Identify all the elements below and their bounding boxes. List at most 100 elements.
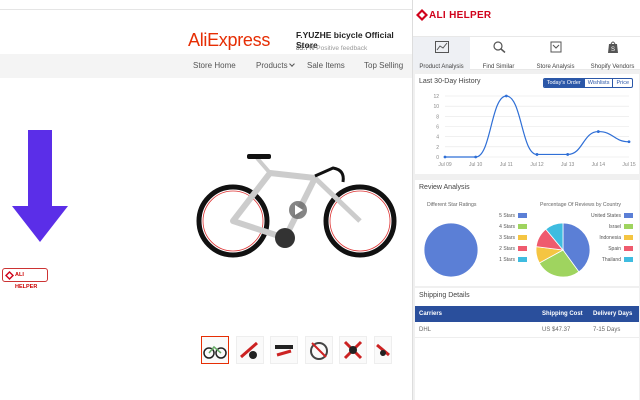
toggle-price[interactable]: Price [612, 79, 632, 87]
shopify-bag-icon: S [607, 41, 618, 53]
x-tick-label: Jul 14 [592, 162, 606, 168]
legend-swatch [624, 213, 633, 219]
tab-product-analysis[interactable]: Product Analysis [413, 37, 470, 70]
y-tick-label: 0 [436, 155, 439, 161]
data-point [535, 153, 539, 156]
tab-find-similar[interactable]: Find Similar [470, 37, 527, 70]
legend-swatch [518, 224, 527, 230]
data-point [474, 155, 478, 159]
toggle-todays-order[interactable]: Today's Order [543, 79, 584, 87]
svg-text:S: S [611, 47, 615, 53]
legend-swatch [518, 235, 527, 241]
nav-top-selling[interactable]: Top Selling [364, 61, 403, 70]
legend-label: 2 Stars [499, 246, 515, 252]
magnifier-icon [492, 41, 505, 53]
review-title: Review Analysis [419, 184, 470, 191]
legend-label: Thailand [601, 257, 621, 263]
tab-label: Product Analysis [419, 64, 464, 70]
legend-item: 3 Stars [485, 235, 527, 246]
x-tick-label: Jul 13 [561, 162, 575, 168]
legend-item: Israel [585, 224, 633, 235]
panel-logo: ALI HELPER [429, 10, 492, 21]
legend-label: 5 Stars [499, 213, 515, 219]
shipping-card: Shipping Details Carriers Shipping Cost … [415, 288, 639, 400]
y-tick-label: 10 [433, 104, 439, 110]
star-ratings-title: Different Star Ratings [427, 202, 477, 208]
legend-item: Thailand [585, 257, 633, 268]
ali-helper-badge[interactable]: ALI HELPER [2, 268, 48, 290]
shipping-title: Shipping Details [419, 292, 470, 299]
shipping-table-header: Carriers Shipping Cost Delivery Days [415, 306, 639, 322]
chart-icon [434, 41, 449, 53]
ali-helper-badge-label: ALI HELPER [15, 272, 38, 290]
y-tick-label: 8 [436, 114, 439, 120]
thumbnail[interactable] [270, 336, 298, 364]
x-tick-label: Jul 11 [500, 162, 513, 168]
aliexpress-logo[interactable]: AliExpress [188, 30, 270, 51]
tab-label: Find Similar [482, 64, 515, 70]
legend-item: Indonesia [585, 235, 633, 246]
data-point [566, 153, 570, 156]
data-point [443, 155, 447, 159]
tab-shopify-vendors[interactable]: S Shopify Vendors [584, 37, 640, 70]
tab-label: Shopify Vendors [590, 64, 635, 70]
store-icon [550, 41, 561, 53]
legend-label: 1 Stars [499, 257, 515, 263]
x-tick-label: Jul 09 [438, 162, 452, 168]
legend-swatch [624, 224, 633, 230]
nav-products[interactable]: Products [256, 61, 295, 70]
data-point [627, 140, 631, 144]
down-arrow-icon [12, 130, 68, 242]
star-ratings-pie [423, 222, 479, 278]
screenshot: AliExpress F.YUZHE bicycle Official Stor… [0, 0, 640, 400]
legend-swatch [518, 246, 527, 252]
legend-label: Indonesia [599, 235, 621, 241]
product-image-bicycle[interactable] [195, 148, 405, 278]
legend-item: 4 Stars [485, 224, 527, 235]
star-ratings-legend: 5 Stars 4 Stars 3 Stars 2 Stars 1 Stars [485, 213, 527, 268]
delivery-cell: 7-15 Days [593, 327, 621, 333]
y-tick-label: 2 [436, 145, 439, 151]
data-point [504, 94, 508, 98]
nav-products-label: Products [256, 61, 288, 70]
carrier-cell: DHL [419, 327, 432, 333]
legend-label: United States [590, 213, 621, 219]
legend-swatch [624, 235, 633, 241]
ali-helper-logo-icon [416, 9, 428, 21]
thumbnail[interactable] [201, 336, 229, 364]
cost-cell: US $47.37 [542, 327, 571, 333]
history-line-chart: 0 2 4 6 8 10 12 Jul 09 Jul 10 Jul 11 Jul 12 Jul 13 J… [433, 94, 635, 168]
legend-item: 1 Stars [485, 257, 527, 268]
nav-sale-items[interactable]: Sale Items [307, 61, 345, 70]
legend-swatch [518, 257, 527, 263]
legend-item: 5 Stars [485, 213, 527, 224]
legend-item: 2 Stars [485, 246, 527, 257]
legend-label: Spain [608, 246, 621, 252]
ali-helper-panel: ALI HELPER Product Analysis Find Similar… [412, 0, 640, 400]
legend-swatch [518, 213, 527, 219]
store-feedback: 85.7% Positive feedback [296, 45, 367, 52]
thumbnail[interactable] [305, 336, 333, 364]
feedback-value: 85.7% [296, 45, 315, 52]
history-title: Last 30-Day History [419, 78, 481, 85]
col-delivery-days: Delivery Days [593, 311, 633, 317]
tab-store-analysis[interactable]: Store Analysis [527, 37, 584, 70]
data-point [596, 130, 600, 133]
toggle-wishlists[interactable]: Wishlists [583, 79, 613, 87]
thumbnail[interactable] [374, 336, 392, 364]
legend-label: 4 Stars [499, 224, 515, 230]
nav-store-home[interactable]: Store Home [193, 61, 236, 70]
panel-header: ALI HELPER [413, 0, 640, 36]
store-header: AliExpress F.YUZHE bicycle Official Stor… [0, 10, 412, 54]
thumbnail[interactable] [236, 336, 264, 364]
thumbnail[interactable] [339, 336, 367, 364]
legend-label: 3 Stars [499, 235, 515, 241]
legend-item: Spain [585, 246, 633, 257]
country-reviews-legend: United States Israel Indonesia Spain Thailan… [585, 213, 633, 268]
country-reviews-title: Percentage Of Reviews by Country [540, 202, 622, 208]
panel-tabs: Product Analysis Find Similar Store Anal… [413, 36, 640, 70]
store-nav: Store Home Products Sale Items Top Selli… [0, 54, 412, 78]
country-reviews-pie [535, 222, 591, 278]
table-row: DHL US $47.37 7-15 Days [415, 322, 639, 338]
y-tick-label: 6 [436, 125, 439, 131]
